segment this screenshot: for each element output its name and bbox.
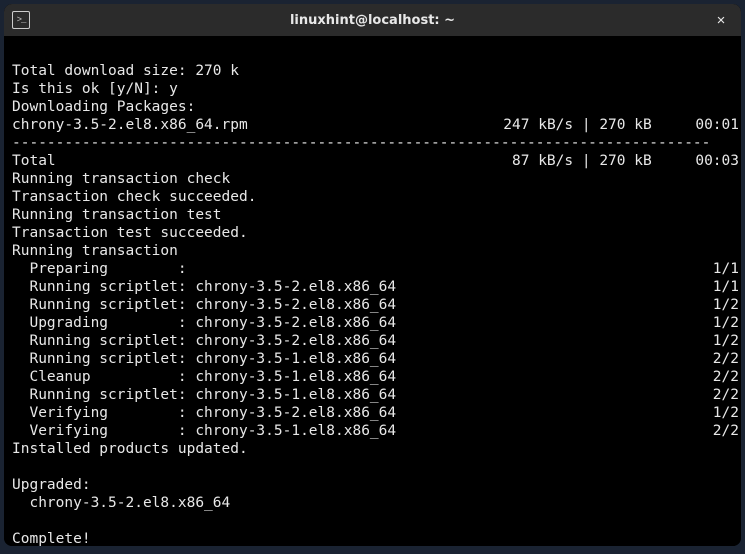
output-line: Running transaction bbox=[12, 243, 178, 259]
step-row: Running scriptlet: chrony-3.5-1.el8.x86_… bbox=[12, 386, 739, 404]
terminal-window: linuxhint@localhost: ~ × Total download … bbox=[4, 4, 741, 546]
row-right: 87 kB/s | 270 kB 00:03 bbox=[512, 152, 739, 170]
output-line: Complete! bbox=[12, 531, 91, 546]
output-line: Downloading Packages: bbox=[12, 99, 195, 115]
step-row: Running scriptlet: chrony-3.5-2.el8.x86_… bbox=[12, 278, 739, 296]
terminal-icon bbox=[12, 11, 30, 29]
step-row: Verifying : chrony-3.5-2.el8.x86_64 1/2 bbox=[12, 404, 739, 422]
step-left: Running scriptlet: chrony-3.5-1.el8.x86_… bbox=[12, 386, 396, 404]
step-right: 1/2 bbox=[713, 332, 739, 350]
output-line: Installed products updated. bbox=[12, 441, 248, 457]
step-right: 2/2 bbox=[713, 368, 739, 386]
output-line bbox=[12, 513, 21, 529]
window-title: linuxhint@localhost: ~ bbox=[290, 13, 455, 28]
output-line bbox=[12, 459, 21, 475]
output-line: ----------------------------------------… bbox=[12, 135, 710, 151]
step-left: Running scriptlet: chrony-3.5-2.el8.x86_… bbox=[12, 278, 396, 296]
step-right: 1/1 bbox=[713, 260, 739, 278]
titlebar[interactable]: linuxhint@localhost: ~ × bbox=[4, 4, 741, 36]
output-line: Running transaction test bbox=[12, 207, 222, 223]
step-left: Verifying : chrony-3.5-2.el8.x86_64 bbox=[12, 404, 396, 422]
output-line: Transaction check succeeded. bbox=[12, 189, 256, 205]
step-left: Running scriptlet: chrony-3.5-1.el8.x86_… bbox=[12, 350, 396, 368]
close-button[interactable]: × bbox=[709, 8, 733, 32]
output-row: chrony-3.5-2.el8.x86_64.rpm 247 kB/s | 27… bbox=[12, 116, 739, 134]
step-left: Verifying : chrony-3.5-1.el8.x86_64 bbox=[12, 422, 396, 440]
row-right: 247 kB/s | 270 kB 00:01 bbox=[503, 116, 739, 134]
output-line: chrony-3.5-2.el8.x86_64 bbox=[12, 495, 230, 511]
step-row: Upgrading : chrony-3.5-2.el8.x86_64 1/2 bbox=[12, 314, 739, 332]
output-line: Upgraded: bbox=[12, 477, 91, 493]
terminal-output[interactable]: Total download size: 270 k Is this ok [y… bbox=[4, 36, 741, 546]
output-line: Total download size: 270 k bbox=[12, 63, 239, 79]
output-line: Transaction test succeeded. bbox=[12, 225, 248, 241]
step-right: 2/2 bbox=[713, 422, 739, 440]
step-left: Upgrading : chrony-3.5-2.el8.x86_64 bbox=[12, 314, 396, 332]
row-left: Total bbox=[12, 152, 56, 170]
step-right: 1/2 bbox=[713, 404, 739, 422]
step-right: 1/2 bbox=[713, 296, 739, 314]
row-left: chrony-3.5-2.el8.x86_64.rpm bbox=[12, 116, 248, 134]
step-right: 1/2 bbox=[713, 314, 739, 332]
output-row: Total 87 kB/s | 270 kB 00:03 bbox=[12, 152, 739, 170]
output-line: Running transaction check bbox=[12, 171, 230, 187]
step-row: Cleanup : chrony-3.5-1.el8.x86_64 2/2 bbox=[12, 368, 739, 386]
step-row: Running scriptlet: chrony-3.5-2.el8.x86_… bbox=[12, 296, 739, 314]
step-row: Running scriptlet: chrony-3.5-1.el8.x86_… bbox=[12, 350, 739, 368]
step-row: Running scriptlet: chrony-3.5-2.el8.x86_… bbox=[12, 332, 739, 350]
step-right: 2/2 bbox=[713, 386, 739, 404]
step-left: Preparing : bbox=[12, 260, 187, 278]
step-right: 2/2 bbox=[713, 350, 739, 368]
step-right: 1/1 bbox=[713, 278, 739, 296]
step-left: Running scriptlet: chrony-3.5-2.el8.x86_… bbox=[12, 332, 396, 350]
output-line: Is this ok [y/N]: y bbox=[12, 81, 178, 97]
step-left: Running scriptlet: chrony-3.5-2.el8.x86_… bbox=[12, 296, 396, 314]
step-row: Preparing : 1/1 bbox=[12, 260, 739, 278]
step-left: Cleanup : chrony-3.5-1.el8.x86_64 bbox=[12, 368, 396, 386]
step-row: Verifying : chrony-3.5-1.el8.x86_64 2/2 bbox=[12, 422, 739, 440]
